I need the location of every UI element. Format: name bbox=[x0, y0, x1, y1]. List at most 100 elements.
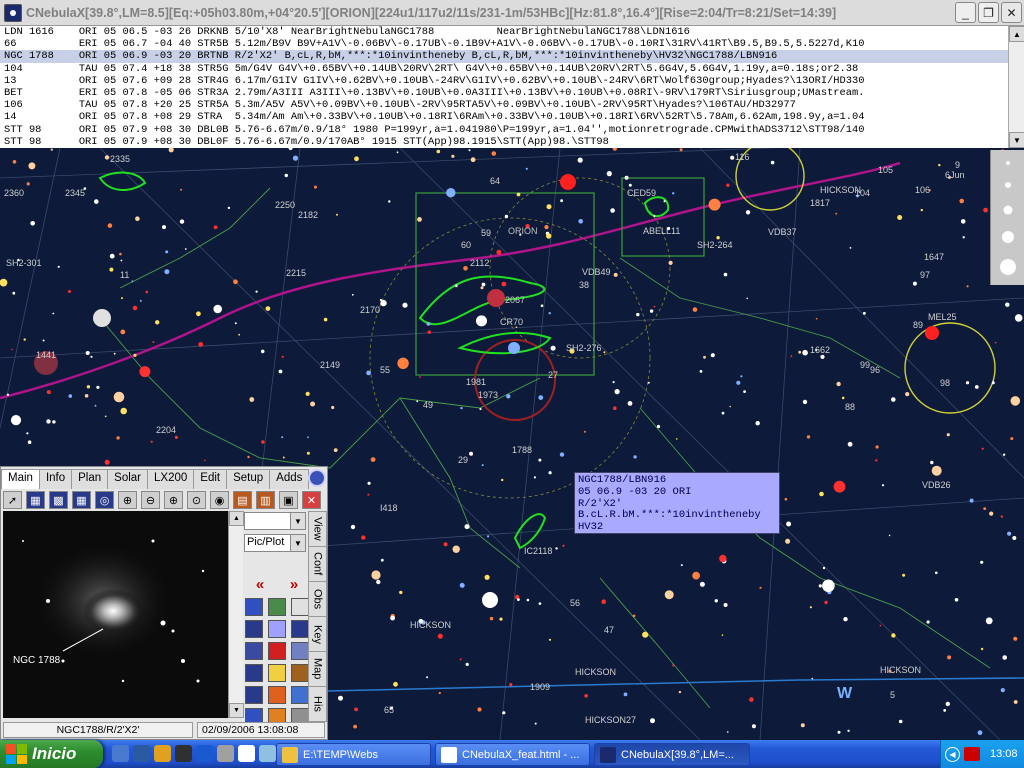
object-list-row[interactable]: 66 ERI 05 06.7 -04 40 STR5B 5.12m/B9V B9… bbox=[0, 38, 1008, 50]
scroll-down-icon[interactable]: ▼ bbox=[1009, 132, 1024, 148]
clock-icon[interactable] bbox=[291, 598, 309, 616]
settings-icon[interactable] bbox=[217, 745, 234, 762]
task-cnebulax[interactable]: CNebulaX[39.8°,LM=... bbox=[594, 743, 750, 766]
curve-icon[interactable] bbox=[268, 620, 286, 638]
star bbox=[985, 617, 993, 625]
matlab-icon[interactable] bbox=[154, 745, 171, 762]
zoom-in-icon[interactable]: ⊕ bbox=[164, 491, 183, 509]
side-tab-conf[interactable]: Conf bbox=[308, 546, 327, 582]
sky-label: 47 bbox=[604, 625, 614, 635]
photo-scrollbar[interactable]: ▲ ▼ bbox=[228, 511, 244, 718]
object-list[interactable]: LDN 1616 ORI 05 06.5 -03 26 DRKNB 5/10'X… bbox=[0, 26, 1008, 148]
mail-icon[interactable] bbox=[133, 745, 150, 762]
zoom-out-icon[interactable]: ⊖ bbox=[141, 491, 160, 509]
task-explorer[interactable]: E:\TEMP\Webs bbox=[276, 743, 431, 766]
chevron-down-icon[interactable]: ▼ bbox=[290, 513, 305, 529]
zoom-window-icon[interactable]: ▦ bbox=[26, 491, 45, 509]
scroll-down-icon[interactable]: ▼ bbox=[229, 703, 244, 718]
object-list-row-selected[interactable]: NGC 1788 ORI 05 06.9 -03 20 BRTNB R/2'X2… bbox=[0, 50, 1008, 63]
side-tab-map[interactable]: Map bbox=[308, 651, 327, 687]
star bbox=[548, 471, 552, 475]
sky-label: SH2-276 bbox=[566, 343, 602, 353]
magnitude-scale bbox=[990, 150, 1024, 285]
sky-label: 105 bbox=[878, 165, 893, 175]
target-icon[interactable]: ◎ bbox=[95, 491, 114, 509]
object-list-row[interactable]: 106 TAU 05 07.8 +20 25 STR5A 5.3m/A5V A5… bbox=[0, 99, 1008, 111]
print-icon[interactable]: ▣ bbox=[279, 491, 298, 509]
note-icon[interactable] bbox=[268, 664, 286, 682]
side-tab-view[interactable]: View bbox=[308, 511, 327, 547]
scroll-up-icon[interactable]: ▲ bbox=[1009, 26, 1024, 42]
tab-lx200[interactable]: LX200 bbox=[147, 469, 195, 489]
next-button[interactable]: » bbox=[280, 575, 308, 593]
cursor-icon[interactable]: ➚ bbox=[3, 491, 22, 509]
dots-icon[interactable] bbox=[245, 620, 263, 638]
window-icon[interactable] bbox=[291, 642, 309, 660]
grid-icon[interactable]: ▩ bbox=[49, 491, 68, 509]
book-open-icon[interactable]: ▥ bbox=[256, 491, 275, 509]
side-tab-his[interactable]: His bbox=[308, 686, 327, 722]
grid-dense-icon[interactable]: ▦ bbox=[72, 491, 91, 509]
app-icon[interactable] bbox=[4, 3, 22, 22]
object-list-scrollbar[interactable]: ▲ ▼ bbox=[1008, 26, 1024, 148]
minimize-button[interactable]: _ bbox=[955, 2, 976, 23]
star bbox=[811, 677, 814, 680]
star bbox=[305, 391, 310, 396]
ie-icon[interactable] bbox=[196, 745, 213, 762]
object-list-row[interactable]: 104 TAU 05 07.4 +18 38 STR5G 5m/G4V G4V\… bbox=[0, 63, 1008, 75]
side-tab-obs[interactable]: Obs bbox=[308, 581, 327, 617]
pen-icon[interactable] bbox=[291, 664, 309, 682]
chrome-icon[interactable] bbox=[238, 745, 255, 762]
previous-button[interactable]: « bbox=[246, 575, 274, 593]
star bbox=[960, 219, 966, 224]
sky-label: 60 bbox=[461, 240, 471, 250]
tab-info[interactable]: Info bbox=[38, 469, 73, 489]
star bbox=[820, 354, 825, 359]
zoom-icon[interactable]: ⊕ bbox=[118, 491, 137, 509]
camera-icon[interactable]: ◉ bbox=[210, 491, 229, 509]
pic-plot-select[interactable]: Pic/Plot ▼ bbox=[244, 534, 306, 552]
object-list-row[interactable]: STT 98 ORI 05 07.9 +08 30 DBL0F 5.76-6.6… bbox=[0, 136, 1008, 148]
side-tab-key[interactable]: Key bbox=[308, 616, 327, 652]
tab-plan[interactable]: Plan bbox=[71, 469, 109, 489]
object-combo[interactable]: ▼ bbox=[244, 512, 306, 530]
tab-adds[interactable]: Adds bbox=[269, 469, 310, 489]
star bbox=[380, 558, 384, 562]
task-html[interactable]: CNebulaX_feat.html - ... bbox=[435, 743, 590, 766]
media-icon[interactable] bbox=[175, 745, 192, 762]
chevron-left-icon[interactable]: ◀ bbox=[945, 746, 960, 762]
star bbox=[338, 695, 343, 701]
object-list-row[interactable]: BET ERI 05 07.8 -05 06 STR3A 2.79m/A3III… bbox=[0, 87, 1008, 99]
constellation-icon[interactable] bbox=[245, 686, 263, 704]
tab-main[interactable]: Main bbox=[1, 469, 40, 489]
start-button[interactable]: Inicio bbox=[0, 740, 103, 768]
sky-label: 116 bbox=[735, 152, 749, 162]
globe-icon[interactable] bbox=[291, 686, 309, 704]
tab-solar[interactable]: Solar bbox=[107, 469, 149, 489]
object-list-row[interactable]: 13 ORI 05 07.6 +09 28 STR4G 6.17m/G1IV G… bbox=[0, 75, 1008, 87]
clock-icon[interactable] bbox=[259, 745, 276, 762]
chart-icon[interactable] bbox=[245, 598, 263, 616]
tab-setup[interactable]: Setup bbox=[226, 469, 271, 489]
map-icon[interactable] bbox=[245, 664, 263, 682]
stars-icon[interactable] bbox=[245, 642, 263, 660]
help-icon[interactable] bbox=[308, 469, 326, 487]
zoom-reset-icon[interactable]: ⊙ bbox=[187, 491, 206, 509]
object-list-row[interactable]: 14 ORI 05 07.8 +08 29 STRA 5.34m/Am Am\+… bbox=[0, 111, 1008, 123]
network-icon[interactable] bbox=[964, 747, 980, 761]
close-button[interactable]: ✕ bbox=[1001, 2, 1022, 23]
close-icon[interactable]: ✕ bbox=[302, 491, 321, 509]
restore-button[interactable]: ❐ bbox=[978, 2, 999, 23]
star bbox=[784, 497, 788, 501]
object-list-row[interactable]: LDN 1616 ORI 05 06.5 -03 26 DRKNB 5/10'X… bbox=[0, 26, 1008, 38]
photo-icon[interactable] bbox=[268, 598, 286, 616]
chevron-down-icon[interactable]: ▼ bbox=[290, 535, 305, 551]
scroll-up-icon[interactable]: ▲ bbox=[229, 511, 244, 526]
brush-icon[interactable] bbox=[268, 686, 286, 704]
tab-edit[interactable]: Edit bbox=[193, 469, 228, 489]
book-icon[interactable]: ▤ bbox=[233, 491, 252, 509]
grid-icon[interactable] bbox=[291, 620, 309, 638]
desktop-icon[interactable] bbox=[112, 745, 129, 762]
object-list-row[interactable]: STT 98 ORI 05 07.9 +08 30 DBL0B 5.76-6.6… bbox=[0, 124, 1008, 136]
marker-icon[interactable] bbox=[268, 642, 286, 660]
